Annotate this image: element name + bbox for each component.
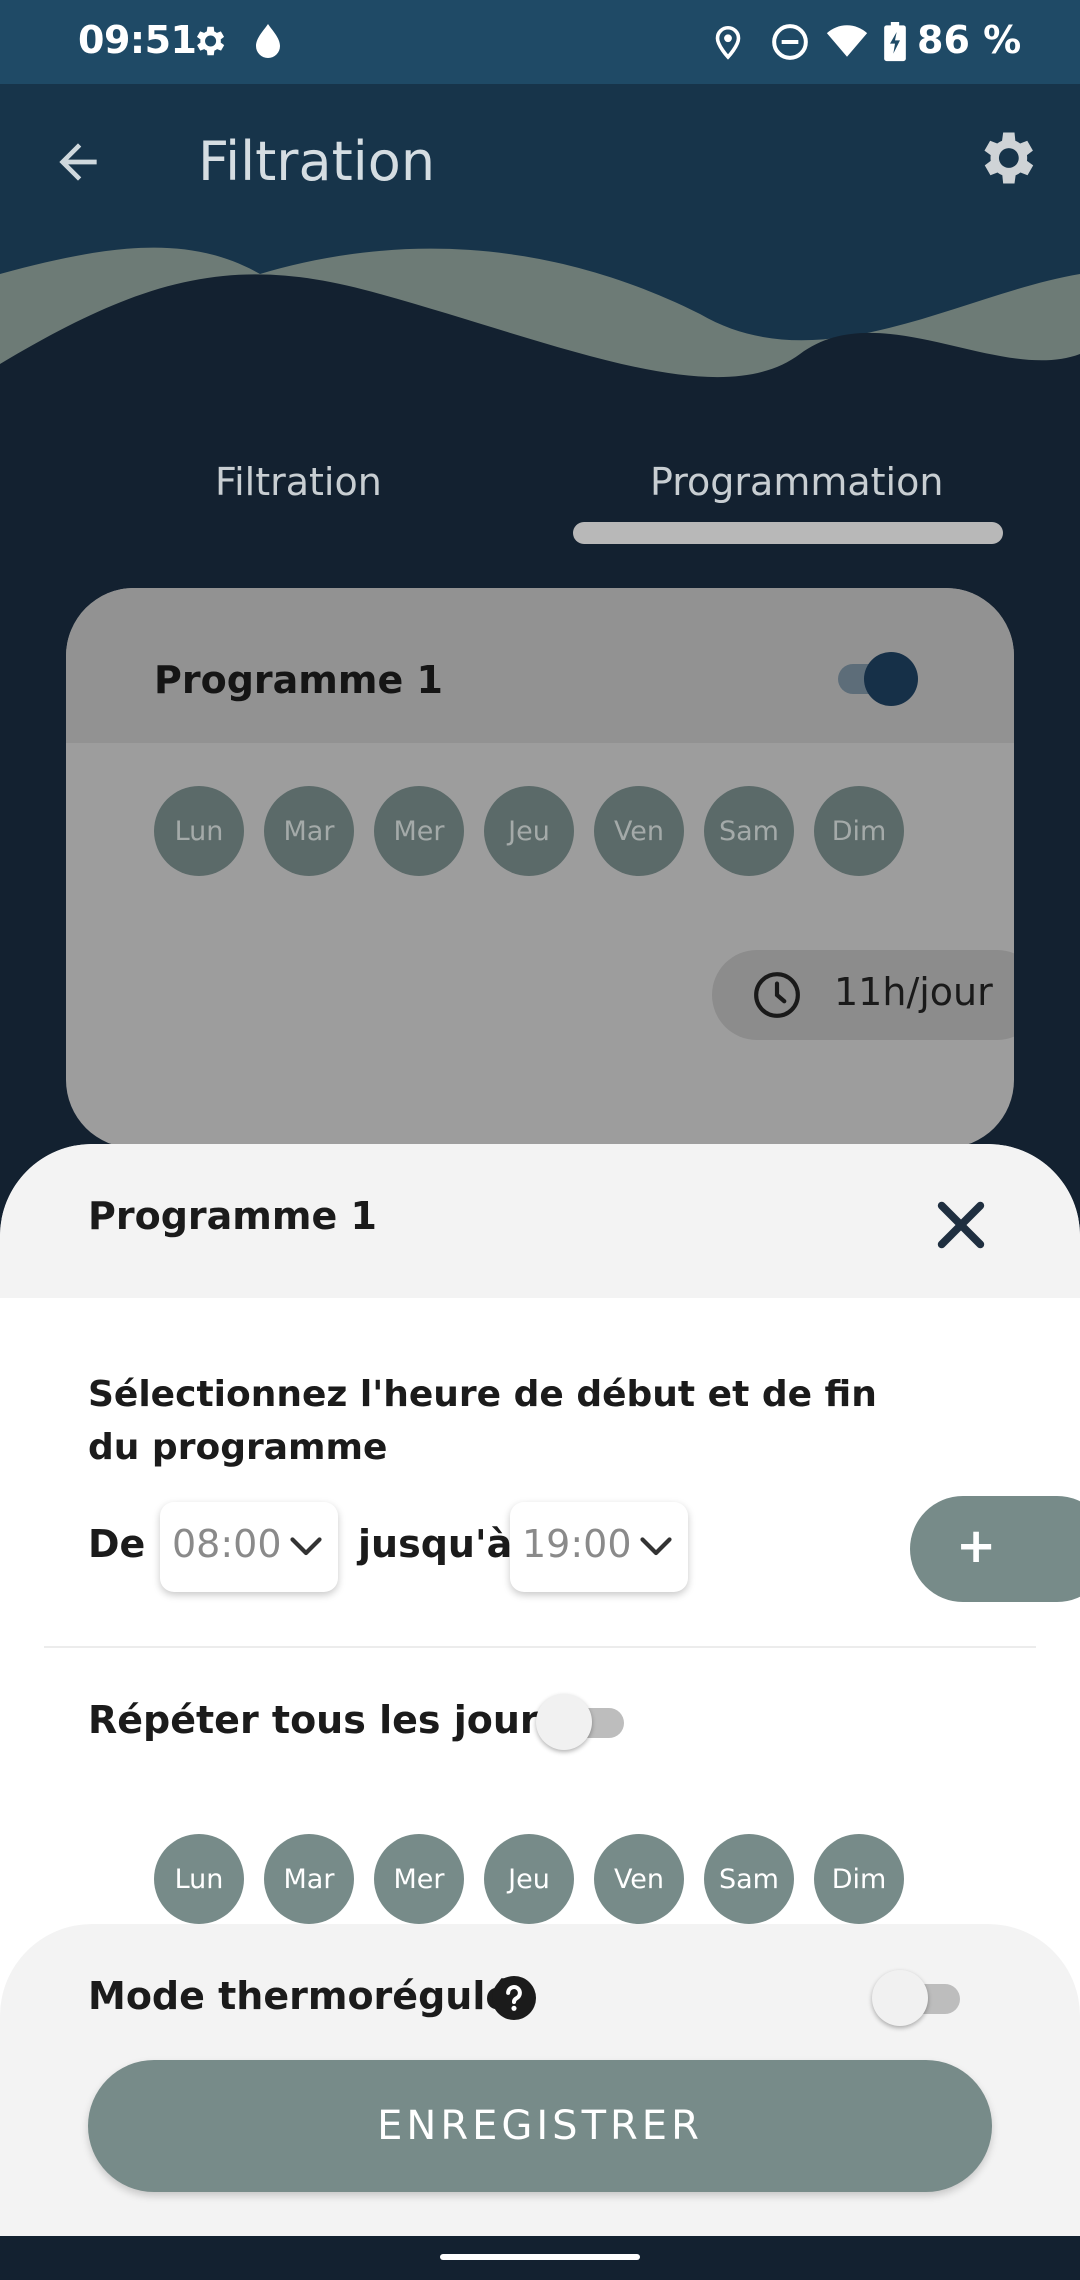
day-chip-dim[interactable]: Dim xyxy=(814,1834,904,1924)
header-wave-decoration xyxy=(0,247,1080,414)
tab-bar: Filtration Programmation xyxy=(0,414,1080,554)
repeat-every-day-switch[interactable] xyxy=(536,1694,628,1750)
tab-filtration[interactable]: Filtration xyxy=(215,460,382,504)
day-chip-lun: Lun xyxy=(154,786,244,876)
switch-knob xyxy=(872,1970,928,2026)
thermo-mode-label: Mode thermorégulé xyxy=(88,1974,512,2018)
from-label: De xyxy=(88,1522,146,1566)
app-header: Filtration xyxy=(0,84,1080,414)
repeat-every-day-label: Répéter tous les jours xyxy=(88,1698,562,1742)
day-chip-lun[interactable]: Lun xyxy=(154,1834,244,1924)
program-card[interactable]: Programme 1 Lun Mar Mer Jeu Ven Sam Dim … xyxy=(66,588,1014,1148)
clock-icon xyxy=(754,972,800,1018)
program-card-days: Lun Mar Mer Jeu Ven Sam Dim xyxy=(154,786,924,876)
program-enabled-toggle[interactable] xyxy=(828,650,918,706)
do-not-disturb-icon xyxy=(772,24,808,60)
day-chip-jeu[interactable]: Jeu xyxy=(484,1834,574,1924)
toggle-knob xyxy=(864,652,918,706)
arrow-back-icon[interactable] xyxy=(50,134,106,190)
add-button-label: + xyxy=(956,1518,997,1574)
active-tab-indicator xyxy=(573,522,1003,544)
start-time-select[interactable]: 08:00 xyxy=(160,1502,338,1592)
status-time: 09:51 xyxy=(78,18,197,62)
chevron-down-icon xyxy=(290,1537,322,1556)
status-bar: 09:51 86 % xyxy=(0,0,1080,84)
program-edit-sheet: Programme 1 Sélectionnez l'heure de débu… xyxy=(0,1144,1080,2236)
drop-icon xyxy=(256,24,280,58)
chevron-down-icon xyxy=(640,1537,672,1556)
add-time-range-button[interactable]: + xyxy=(910,1496,1080,1602)
system-navigation-bar xyxy=(0,2236,1080,2280)
wifi-icon xyxy=(826,25,868,57)
day-chip-mer: Mer xyxy=(374,786,464,876)
sheet-title: Programme 1 xyxy=(88,1194,377,1238)
program-card-title: Programme 1 xyxy=(154,658,443,702)
tab-programmation[interactable]: Programmation xyxy=(650,460,943,504)
day-chip-mar: Mar xyxy=(264,786,354,876)
close-icon[interactable] xyxy=(932,1196,990,1254)
settings-icon xyxy=(196,26,225,56)
time-range-instruction: Sélectionnez l'heure de début et de fin … xyxy=(88,1374,877,1468)
day-chip-ven[interactable]: Ven xyxy=(594,1834,684,1924)
start-time-value: 08:00 xyxy=(172,1522,282,1566)
day-chip-sam: Sam xyxy=(704,786,794,876)
save-button[interactable]: ENREGISTRER xyxy=(88,2060,992,2192)
day-chip-mar[interactable]: Mar xyxy=(264,1834,354,1924)
day-chip-dim: Dim xyxy=(814,786,904,876)
battery-charging-icon xyxy=(884,22,906,62)
day-chip-jeu: Jeu xyxy=(484,786,574,876)
home-gesture-handle[interactable] xyxy=(440,2254,640,2260)
help-icon[interactable] xyxy=(492,1976,536,2020)
day-chip-ven: Ven xyxy=(594,786,684,876)
thermo-panel: Mode thermorégulé ENREGISTRER xyxy=(0,1924,1080,2236)
program-card-header: Programme 1 xyxy=(66,588,1014,743)
end-time-value: 19:00 xyxy=(522,1522,632,1566)
location-icon xyxy=(715,26,741,60)
until-label: jusqu'à xyxy=(358,1522,513,1566)
battery-percentage: 86 % xyxy=(917,18,1022,62)
end-time-select[interactable]: 19:00 xyxy=(510,1502,688,1592)
day-selector: Lun Mar Mer Jeu Ven Sam Dim xyxy=(154,1834,924,1924)
save-button-label: ENREGISTRER xyxy=(377,2103,703,2149)
switch-knob xyxy=(536,1694,592,1750)
day-chip-mer[interactable]: Mer xyxy=(374,1834,464,1924)
duration-badge: 11h/jour xyxy=(712,950,1014,1040)
page-title: Filtration xyxy=(198,130,436,193)
gear-icon[interactable] xyxy=(972,124,1040,192)
thermo-mode-switch[interactable] xyxy=(872,1970,964,2026)
divider xyxy=(44,1646,1036,1648)
sheet-header: Programme 1 xyxy=(0,1144,1080,1298)
duration-text: 11h/jour xyxy=(834,970,993,1014)
day-chip-sam[interactable]: Sam xyxy=(704,1834,794,1924)
